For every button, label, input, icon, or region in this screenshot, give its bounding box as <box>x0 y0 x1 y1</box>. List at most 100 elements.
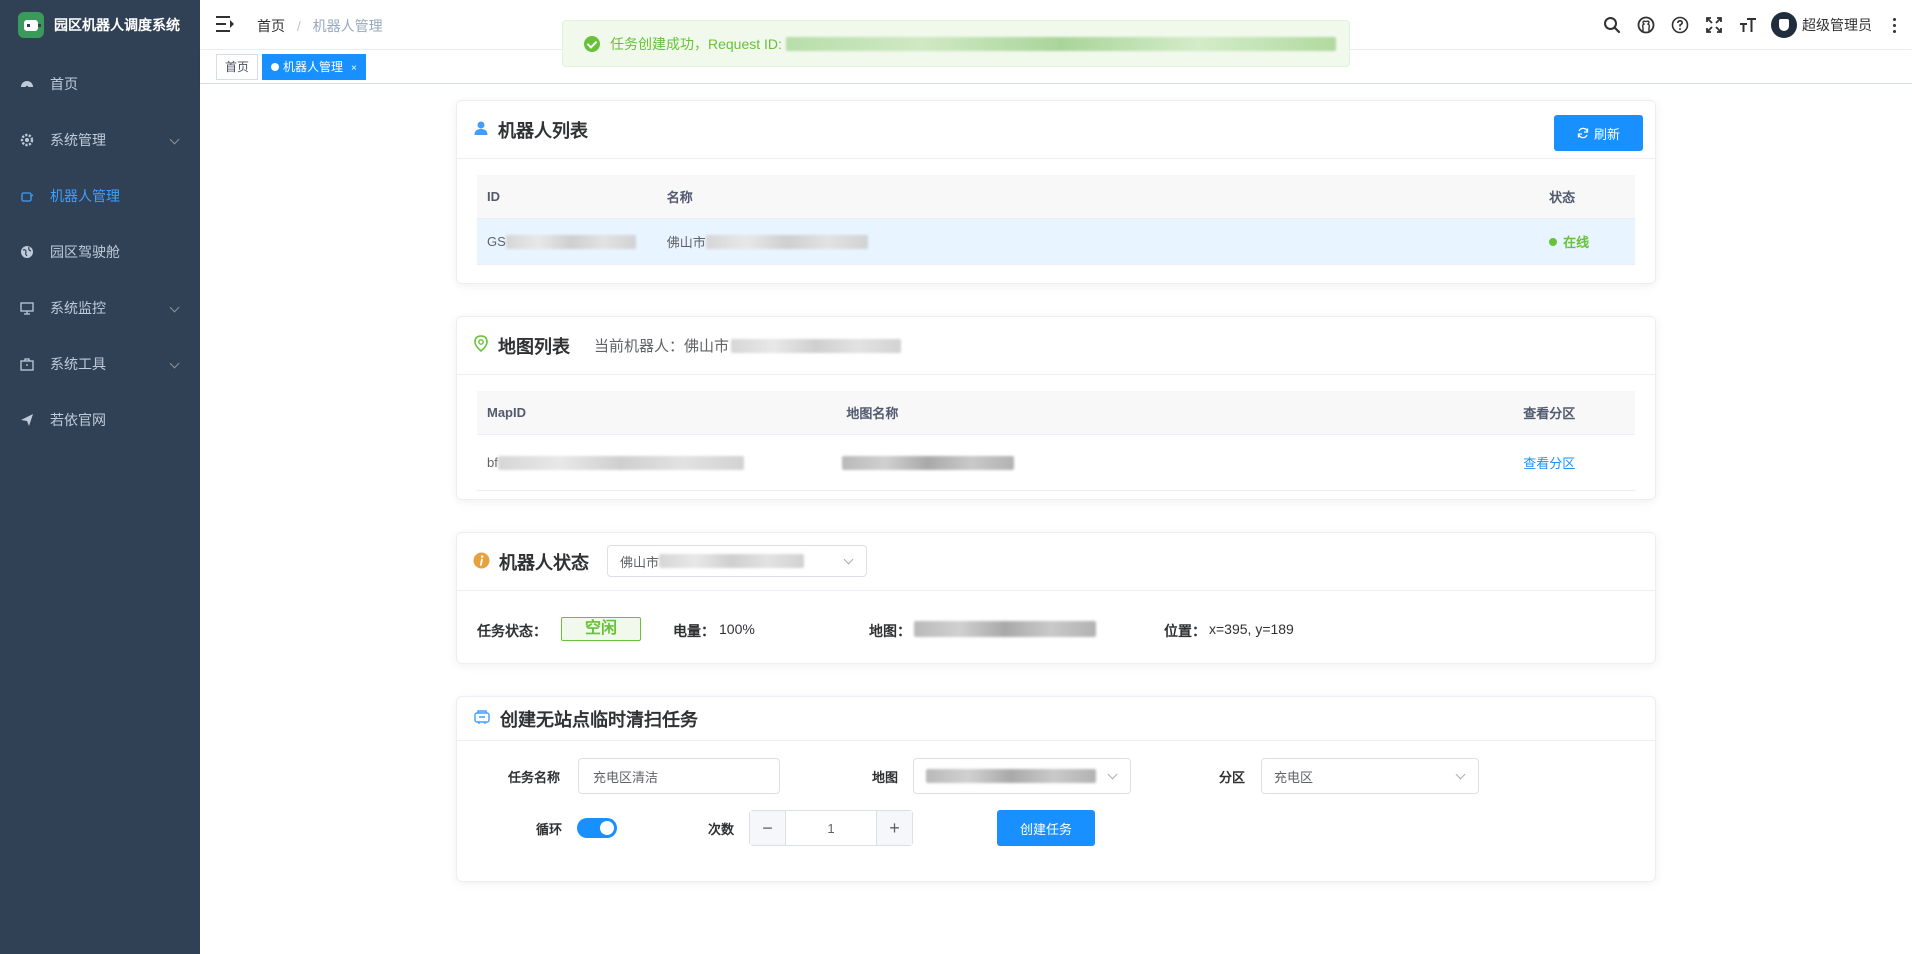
sidebar-item-park-cockpit[interactable]: 园区驾驶舱 <box>0 224 200 280</box>
count-stepper[interactable]: − 1 + <box>749 810 913 846</box>
refresh-button[interactable]: 刷新 <box>1554 115 1643 151</box>
font-size-icon[interactable] <box>1731 0 1765 50</box>
col-map-name: 地图名称 <box>846 406 899 421</box>
current-robot-prefix: 佛山市 <box>684 338 730 355</box>
sidebar-item-robot[interactable]: 机器人管理 <box>0 168 200 224</box>
create-task-button[interactable]: 创建任务 <box>997 810 1095 846</box>
tag-robot-management[interactable]: 机器人管理 × <box>262 54 366 80</box>
chevron-down-icon <box>169 134 180 145</box>
breadcrumb-home[interactable]: 首页 <box>257 18 285 34</box>
task-name-value: 充电区清洁 <box>593 769 659 785</box>
map-select[interactable] <box>913 758 1131 794</box>
map-table: MapID 地图名称 查看分区 bf 查看分区 <box>477 391 1635 491</box>
gear-icon <box>20 133 34 147</box>
robot-id-cell: GS <box>477 234 657 249</box>
sidebar-item-label: 若依官网 <box>50 412 106 428</box>
current-robot-text: 当前机器人： <box>594 338 685 355</box>
send-icon <box>20 413 34 427</box>
app-logo[interactable]: 园区机器人调度系统 <box>0 0 200 50</box>
card-title: 机器人列表 <box>498 120 588 141</box>
sidebar-item-monitor[interactable]: 系统监控 <box>0 280 200 336</box>
robot-cleaner-icon <box>473 709 491 728</box>
chevron-down-icon <box>1455 769 1466 780</box>
task-name-input[interactable]: 充电区清洁 <box>578 758 780 794</box>
position-value: x=395, y=189 <box>1209 621 1294 637</box>
sidebar-item-label: 机器人管理 <box>50 188 120 204</box>
github-icon[interactable] <box>1629 0 1663 50</box>
sidebar-item-system[interactable]: 系统管理 <box>0 112 200 168</box>
robot-select-redacted <box>659 554 805 568</box>
tag-label: 机器人管理 <box>283 60 344 74</box>
map-id-prefix: bf <box>487 455 498 470</box>
zone-field-label: 分区 <box>1219 770 1246 785</box>
col-zones: 查看分区 <box>1523 406 1576 421</box>
card-title: 创建无站点临时清扫任务 <box>500 709 698 730</box>
card-header: 机器人列表 刷新 <box>457 101 1655 159</box>
breadcrumb: 首页 / 机器人管理 <box>257 16 383 36</box>
help-icon[interactable] <box>1663 0 1697 50</box>
request-id-redacted <box>785 36 1336 51</box>
robot-name-prefix: 佛山市 <box>666 235 706 250</box>
user-icon <box>473 120 489 139</box>
avatar[interactable] <box>1771 12 1797 38</box>
monitor-icon <box>20 301 34 315</box>
sidebar-item-label: 园区驾驶舱 <box>50 244 120 260</box>
robot-id-redacted <box>505 234 636 249</box>
chevron-down-icon <box>843 554 854 565</box>
view-zones-link[interactable]: 查看分区 <box>1523 456 1575 471</box>
robot-select[interactable]: 佛山市 <box>607 545 867 577</box>
sidebar-item-label: 系统工具 <box>50 356 106 372</box>
username[interactable]: 超级管理员 <box>1802 15 1872 35</box>
sidebar-item-ruoyi-site[interactable]: 若依官网 <box>0 392 200 448</box>
refresh-icon <box>1577 127 1589 139</box>
info-icon <box>473 552 490 572</box>
current-robot-redacted <box>731 338 902 353</box>
close-icon[interactable]: × <box>351 63 357 74</box>
sidebar-item-label: 系统监控 <box>50 300 106 316</box>
task-name-label: 任务名称 <box>508 770 561 785</box>
col-id: ID <box>487 189 500 204</box>
hamburger-icon[interactable] <box>216 16 234 32</box>
more-vertical-icon[interactable] <box>1884 17 1904 33</box>
count-value[interactable]: 1 <box>786 811 876 845</box>
robot-table: ID 名称 状态 GS 佛山市 在线 <box>477 175 1635 265</box>
sidebar-item-label: 系统管理 <box>50 132 106 148</box>
success-toast: 任务创建成功，Request ID: <box>562 20 1350 67</box>
map-select-redacted <box>926 769 1096 783</box>
task-status-label: 任务状态： <box>477 623 547 639</box>
loop-label: 循环 <box>536 822 563 837</box>
card-header: 创建无站点临时清扫任务 <box>457 697 1655 741</box>
robot-id-prefix: GS <box>487 234 506 249</box>
active-dot-icon <box>271 63 279 71</box>
status-badge: 在线 <box>1549 232 1635 251</box>
decrement-button[interactable]: − <box>750 811 786 845</box>
sidebar-item-label: 首页 <box>50 76 78 92</box>
map-name-cell <box>836 455 1513 470</box>
tag-home[interactable]: 首页 <box>216 54 259 80</box>
toast-message: 任务创建成功，Request ID: <box>610 35 782 52</box>
map-id-cell: bf <box>477 455 836 470</box>
map-id-redacted <box>497 455 744 470</box>
table-row[interactable]: bf 查看分区 <box>477 435 1635 491</box>
sidebar-item-home[interactable]: 首页 <box>0 56 200 112</box>
breadcrumb-separator: / <box>296 18 301 34</box>
card-title: 机器人状态 <box>499 552 589 573</box>
zone-select[interactable]: 充电区 <box>1261 758 1479 794</box>
col-name: 名称 <box>666 190 693 205</box>
robot-status-cell: 在线 <box>1539 232 1635 251</box>
increment-button[interactable]: + <box>876 811 912 845</box>
fullscreen-icon[interactable] <box>1697 0 1731 50</box>
loop-switch[interactable] <box>577 818 617 838</box>
chevron-down-icon <box>1107 769 1118 780</box>
create-task-card: 创建无站点临时清扫任务 任务名称 充电区清洁 地图 分区 充电区 循环 次数 −… <box>456 696 1656 882</box>
app-title: 园区机器人调度系统 <box>54 17 180 33</box>
chevron-down-icon <box>169 302 180 313</box>
table-row[interactable]: GS 佛山市 在线 <box>477 219 1635 265</box>
dashboard-icon <box>20 77 34 91</box>
robot-select-value: 佛山市 <box>620 554 660 570</box>
map-label: 地图： <box>869 623 911 639</box>
search-icon[interactable] <box>1595 0 1629 50</box>
toolbox-icon <box>20 357 34 371</box>
card-title: 地图列表 <box>498 336 570 357</box>
sidebar-item-tools[interactable]: 系统工具 <box>0 336 200 392</box>
